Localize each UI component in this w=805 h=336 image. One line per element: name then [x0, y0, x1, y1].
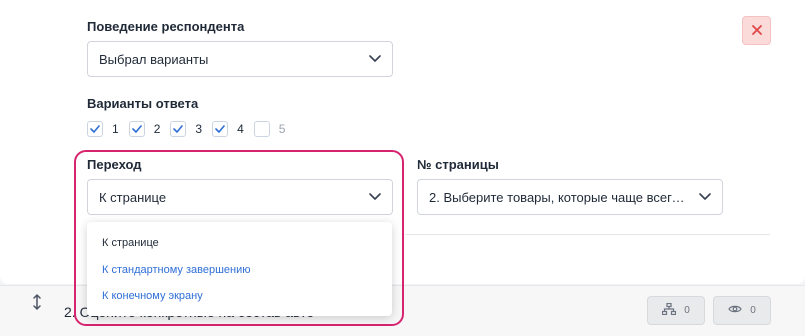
answer-option-4[interactable]: 4 [212, 121, 244, 137]
views-button[interactable]: 0 [713, 296, 771, 325]
delete-rule-button[interactable] [742, 16, 771, 45]
check-icon [215, 125, 225, 133]
answer-option-number: 3 [195, 122, 203, 136]
checkbox[interactable] [87, 121, 103, 137]
branch-icon [662, 302, 677, 318]
checkbox[interactable] [128, 121, 145, 137]
page-select-value: 2. Выберите товары, которые чаще всего п… [429, 189, 688, 205]
branches-count: 0 [684, 305, 690, 316]
answer-option-number: 5 [278, 122, 286, 136]
answer-option-number: 1 [112, 122, 119, 136]
drag-handle-icon[interactable] [30, 294, 44, 310]
page-select[interactable]: 2. Выберите товары, которые чаще всего п… [417, 179, 723, 215]
answer-option-3[interactable]: 3 [170, 121, 202, 137]
divider [405, 234, 770, 235]
transition-select-value: К странице [99, 189, 167, 205]
answers-label: Варианты ответа [87, 96, 199, 111]
behavior-label: Поведение респондента [87, 19, 245, 34]
checkbox[interactable] [212, 121, 229, 137]
check-icon [173, 125, 184, 133]
chevron-down-icon [368, 52, 382, 66]
chevron-down-icon [368, 190, 382, 204]
checkbox[interactable] [253, 121, 270, 137]
page-number-label: № страницы [417, 157, 499, 172]
answer-option-5[interactable]: 5 [253, 121, 286, 137]
behavior-select[interactable]: Выбрал варианты [87, 41, 393, 77]
check-icon [90, 125, 100, 133]
close-icon [751, 22, 762, 40]
dropdown-option-end-screen[interactable]: К конечному экрану [102, 290, 203, 302]
transition-select[interactable]: К странице [87, 179, 393, 215]
answer-option-1[interactable]: 1 [87, 121, 119, 137]
checkbox[interactable] [170, 121, 187, 137]
answer-option-number: 2 [153, 122, 161, 136]
check-icon [131, 125, 142, 133]
behavior-select-value: Выбрал варианты [99, 51, 209, 67]
chevron-down-icon [698, 190, 712, 204]
views-count: 0 [750, 305, 756, 316]
answer-checkbox-group: 1 2 3 4 5 [87, 121, 295, 137]
transition-label: Переход [87, 157, 142, 172]
dropdown-option-page[interactable]: К странице [102, 237, 159, 249]
eye-icon [728, 304, 742, 317]
dropdown-option-standard-completion[interactable]: К стандартному завершению [102, 264, 250, 276]
answer-option-number: 4 [237, 122, 244, 136]
branches-button[interactable]: 0 [647, 296, 705, 325]
transition-dropdown-menu: К странице К стандартному завершению К к… [87, 222, 392, 316]
answer-option-2[interactable]: 2 [128, 121, 161, 137]
